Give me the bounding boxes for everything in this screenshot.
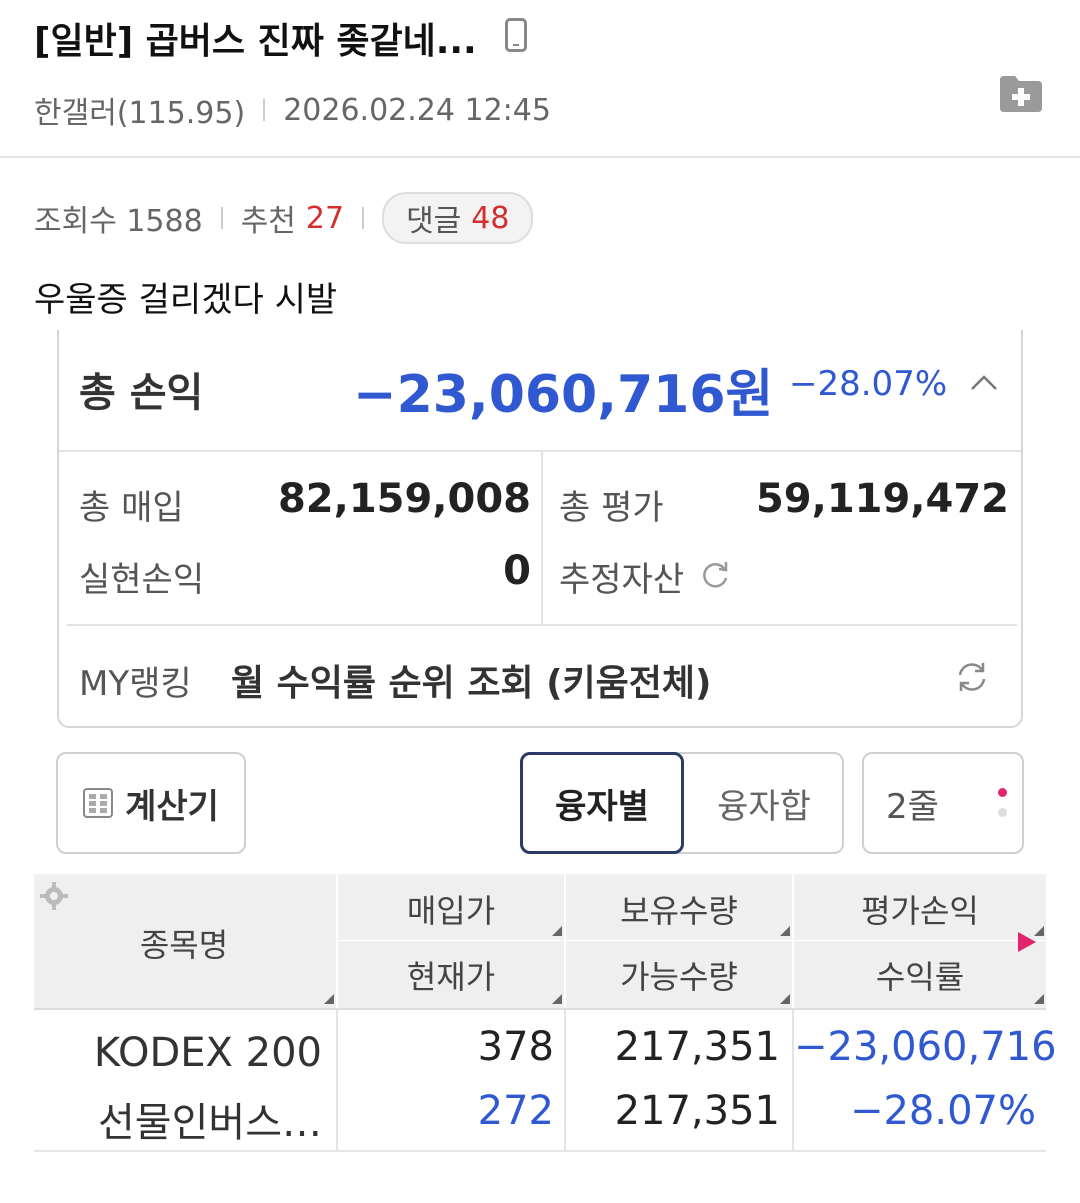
recommend-label: 추천 bbox=[240, 204, 296, 239]
col-eval-pl-header[interactable]: 평가손익 bbox=[794, 886, 1046, 932]
buy-price: 378 bbox=[477, 1024, 554, 1070]
divider bbox=[220, 207, 223, 229]
total-buy-value: 82,159,008 bbox=[277, 476, 531, 522]
divider bbox=[338, 940, 1046, 941]
my-ranking-label: MY랭킹 bbox=[79, 664, 192, 704]
comment-button[interactable]: 댓글 48 bbox=[382, 192, 534, 244]
settings-gear-icon[interactable] bbox=[38, 880, 70, 912]
table-row[interactable]: KODEX 200 선물인버스… 378 272 217,351 217,351… bbox=[34, 1008, 1057, 1152]
add-folder-icon[interactable] bbox=[998, 72, 1044, 114]
comment-count: 48 bbox=[471, 200, 510, 236]
eval-pl: −23,060,716 bbox=[794, 1024, 1057, 1070]
total-pl-value: −23,060,716원 bbox=[353, 365, 774, 425]
sort-indicator-icon bbox=[780, 926, 790, 936]
loan-toggle-group: 융자별 융자합 bbox=[520, 752, 844, 854]
scroll-right-arrow-icon[interactable] bbox=[1016, 930, 1038, 954]
post-meta: 한갤러(115.95) 2026.02.24 12:45 bbox=[34, 88, 551, 132]
post-body: 우울증 걸리겠다 시발 bbox=[34, 280, 338, 320]
return-rate: −28.07% bbox=[849, 1088, 1036, 1134]
refresh-icon[interactable] bbox=[955, 660, 989, 694]
dot-indicator bbox=[998, 788, 1007, 797]
divider bbox=[263, 99, 266, 121]
by-loan-toggle[interactable]: 융자별 bbox=[520, 752, 684, 854]
total-eval-label: 총 평가 bbox=[559, 488, 664, 528]
col-name-header[interactable]: 종목명 bbox=[74, 920, 294, 966]
row-mode-label: 2줄 bbox=[886, 786, 939, 827]
header-divider bbox=[0, 156, 1080, 158]
sort-indicator-icon bbox=[1034, 994, 1044, 1004]
stock-name-line2: 선물인버스… bbox=[98, 1100, 322, 1146]
calculator-icon bbox=[83, 788, 114, 818]
col-return-rate-header[interactable]: 수익률 bbox=[794, 952, 1046, 998]
divider bbox=[67, 624, 1017, 626]
calculator-button[interactable]: 계산기 bbox=[56, 752, 246, 854]
available-qty: 217,351 bbox=[614, 1088, 780, 1134]
sort-indicator-icon bbox=[552, 926, 562, 936]
comment-label: 댓글 bbox=[406, 204, 462, 239]
total-pl-rate: −28.07% bbox=[789, 364, 948, 404]
total-eval-value: 59,119,472 bbox=[755, 476, 1009, 522]
realized-pl-label: 실현손익 bbox=[79, 560, 205, 600]
col-current-price-header[interactable]: 현재가 bbox=[338, 952, 564, 998]
col-holding-qty-header[interactable]: 보유수량 bbox=[566, 886, 792, 932]
holding-qty: 217,351 bbox=[614, 1024, 780, 1070]
refresh-icon[interactable] bbox=[699, 558, 731, 590]
current-price: 272 bbox=[477, 1088, 554, 1134]
divider bbox=[59, 450, 1021, 452]
chevron-up-icon[interactable] bbox=[969, 372, 999, 392]
sort-indicator-icon bbox=[552, 994, 562, 1004]
sort-indicator-icon bbox=[780, 994, 790, 1004]
recommend-count: 27 bbox=[305, 200, 345, 236]
divider bbox=[541, 452, 543, 624]
total-buy-label: 총 매입 bbox=[79, 488, 184, 528]
post-title: [일반] 곱버스 진짜 좆같네... bbox=[34, 21, 477, 62]
divider bbox=[362, 207, 365, 229]
attached-image: 총 손익 −23,060,716원 −28.07% 총 매입 82,159,00… bbox=[0, 330, 1080, 1170]
view-count: 조회수 1588 bbox=[34, 204, 203, 239]
estimated-assets-label: 추정자산 bbox=[559, 560, 685, 600]
author-name[interactable]: 한갤러(115.95) bbox=[34, 88, 245, 132]
total-pl-label: 총 손익 bbox=[79, 370, 204, 416]
col-buy-price-header[interactable]: 매입가 bbox=[338, 886, 564, 932]
col-available-qty-header[interactable]: 가능수량 bbox=[566, 952, 792, 998]
ranking-link[interactable]: 월 수익률 순위 조회 (키움전체) bbox=[231, 654, 711, 706]
holdings-table-header: 종목명 매입가 현재가 보유수량 가능수량 평가손익 수익률 bbox=[34, 874, 1046, 1008]
row-mode-button[interactable]: 2줄 bbox=[862, 752, 1024, 854]
loan-sum-toggle[interactable]: 융자합 bbox=[684, 754, 844, 852]
mobile-icon bbox=[505, 18, 527, 52]
post-datetime: 2026.02.24 12:45 bbox=[283, 92, 551, 128]
dot-indicator bbox=[998, 808, 1007, 817]
realized-pl-value: 0 bbox=[503, 548, 531, 594]
portfolio-summary-card: 총 손익 −23,060,716원 −28.07% 총 매입 82,159,00… bbox=[57, 330, 1023, 728]
post-stats: 조회수 1588 추천 27 댓글 48 bbox=[34, 192, 534, 244]
stock-name-line1: KODEX 200 bbox=[93, 1030, 322, 1076]
calculator-label: 계산기 bbox=[125, 786, 219, 827]
sort-indicator-icon bbox=[324, 994, 334, 1004]
